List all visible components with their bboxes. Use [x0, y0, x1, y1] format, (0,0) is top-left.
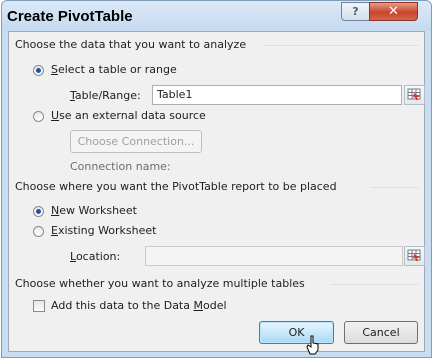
location-collapse-button[interactable] — [404, 246, 425, 266]
cancel-button[interactable]: Cancel — [344, 321, 418, 344]
ok-button[interactable]: OK — [259, 321, 334, 344]
existing-worksheet-radio[interactable] — [33, 226, 44, 237]
dialog-title: Create PivotTable — [7, 8, 133, 25]
help-button[interactable]: ? — [341, 2, 370, 21]
external-source-radio[interactable] — [33, 111, 44, 122]
placement-section-title: Choose where you want the PivotTable rep… — [15, 180, 337, 193]
source-section-header: Choose the data that you want to analyze — [15, 38, 246, 51]
source-section-divider — [263, 45, 418, 46]
placement-section-divider — [371, 187, 419, 188]
data-model-label[interactable]: Add this data to the Data Model — [51, 299, 227, 312]
external-source-label[interactable]: Use an external data source — [51, 109, 206, 122]
collapse-dialog-icon — [407, 88, 421, 100]
cancel-label: Cancel — [362, 326, 400, 339]
multiple-tables-section-title: Choose whether you want to analyze multi… — [15, 277, 305, 290]
close-icon: ✕ — [388, 4, 399, 19]
new-worksheet-label[interactable]: New Worksheet — [51, 204, 137, 217]
placement-section-header: Choose where you want the PivotTable rep… — [15, 180, 337, 193]
collapse-dialog-icon — [407, 249, 421, 261]
data-model-checkbox[interactable] — [33, 300, 45, 312]
new-worksheet-radio[interactable] — [33, 206, 44, 217]
source-section-title: Choose the data that you want to analyze — [15, 38, 247, 51]
select-table-label[interactable]: Select a table or range — [51, 63, 177, 76]
table-range-input[interactable]: Table1 — [152, 85, 402, 105]
multiple-tables-section-header: Choose whether you want to analyze multi… — [15, 277, 305, 290]
dialog-body: Choose the data that you want to analyze… — [8, 31, 425, 355]
table-range-label: Table/Range: — [70, 89, 141, 102]
help-icon: ? — [352, 5, 359, 18]
multiple-tables-section-divider — [331, 284, 419, 285]
close-button[interactable]: ✕ — [369, 2, 418, 21]
table-range-collapse-button[interactable] — [404, 85, 425, 105]
create-pivottable-dialog: Create PivotTable ? ✕ Choose the data th… — [1, 0, 432, 358]
choose-connection-label: Choose Connection... — [77, 135, 195, 148]
choose-connection-button[interactable]: Choose Connection... — [70, 130, 202, 153]
location-label: Location: — [70, 250, 121, 263]
table-range-value: Table1 — [157, 88, 193, 101]
connection-name-label: Connection name: — [70, 160, 171, 173]
existing-worksheet-label[interactable]: Existing Worksheet — [51, 224, 156, 237]
ok-label: OK — [288, 326, 305, 339]
mouse-pointer-icon — [306, 335, 319, 355]
location-input[interactable] — [145, 246, 403, 266]
title-bar[interactable]: Create PivotTable ? ✕ — [2, 1, 431, 31]
select-table-radio[interactable] — [33, 65, 44, 76]
